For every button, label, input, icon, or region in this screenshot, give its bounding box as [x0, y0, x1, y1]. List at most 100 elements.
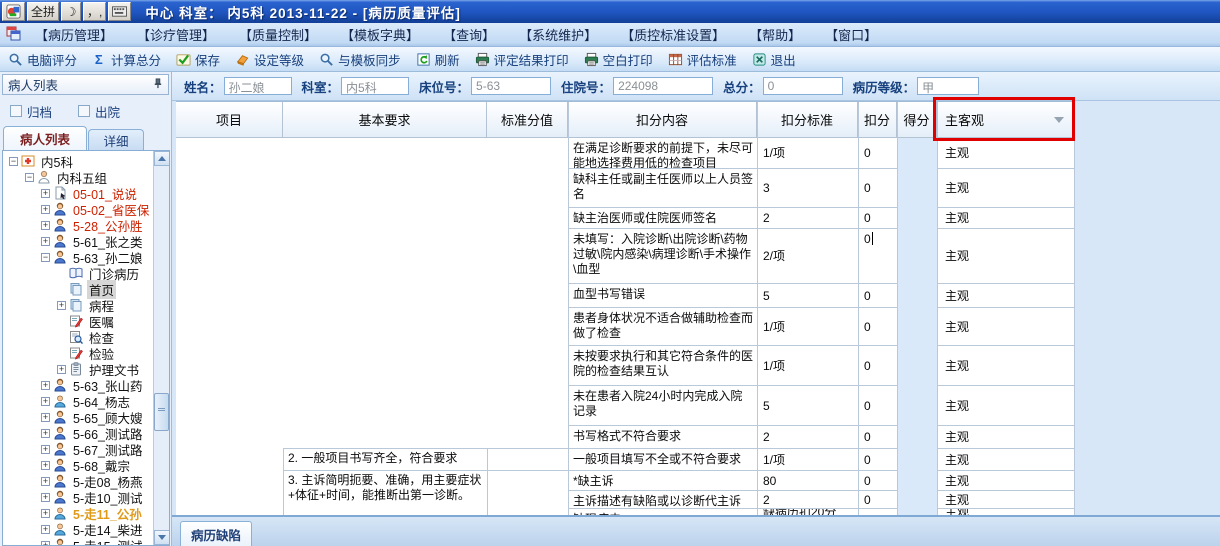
tree-item[interactable]: 医嘱 [3, 313, 154, 330]
ime-pinyin-button[interactable]: 全拼 [27, 2, 60, 21]
table-row[interactable]: 未按要求执行和其它符合条件的医院的检查结果互认 1/项 0 主观 [176, 346, 1075, 386]
deduct-value-cell[interactable]: 0 [864, 208, 895, 229]
deduct-content-cell[interactable]: 未在患者入院24小时内完成入院记录 [573, 386, 753, 426]
field-grade-input[interactable]: 甲 [917, 77, 980, 95]
deduct-standard-cell[interactable]: 2 [763, 491, 854, 509]
expand-plus-icon[interactable]: + [41, 540, 50, 545]
subjective-cell[interactable]: 主观 [945, 449, 1069, 471]
deduct-standard-cell[interactable]: 1/项 [763, 449, 854, 471]
column-header-1[interactable]: 基本要求 [283, 102, 487, 138]
refresh-button[interactable]: 刷新 [416, 50, 460, 69]
field-total-input[interactable]: 0 [762, 77, 843, 95]
menu-item-0[interactable]: 【病历管理】 [35, 25, 113, 44]
expand-plus-icon[interactable]: + [41, 428, 50, 438]
discharge-checkbox[interactable]: 出院 [78, 102, 120, 121]
deduct-value-cell[interactable]: 0 [864, 449, 895, 471]
column-header-6[interactable]: 得分 [897, 102, 937, 138]
column-header-4[interactable]: 扣分标准 [757, 102, 858, 138]
deduct-standard-cell[interactable]: 5 [763, 284, 854, 308]
subjective-cell[interactable]: 主观 [945, 471, 1069, 491]
expand-plus-icon[interactable]: + [41, 412, 50, 422]
ime-keyboard-icon[interactable] [108, 2, 132, 21]
deduct-standard-cell[interactable]: 2 [763, 208, 854, 229]
deduct-standard-cell[interactable]: 80 [763, 471, 854, 491]
expand-plus-icon[interactable]: + [41, 524, 50, 534]
expand-plus-icon[interactable]: + [41, 476, 50, 486]
table-row[interactable]: 未填写：入院诊断\出院诊断\药物过敏\院内感染\病理诊断\手术操作\血型 2/项 0… [176, 229, 1075, 284]
deduct-value-cell[interactable]: 0 [864, 491, 895, 509]
subjective-cell[interactable]: 主观 [945, 308, 1069, 346]
table-row[interactable]: 血型书写错误 5 0 主观 [176, 284, 1075, 308]
ime-logo-icon[interactable] [2, 2, 25, 21]
column-header-0[interactable]: 项目 [176, 102, 283, 138]
deduct-content-cell[interactable]: 一般项目填写不全或不符合要求 [573, 449, 753, 471]
scroll-down-button[interactable] [154, 530, 169, 545]
field-bed-input[interactable]: 5-63 [471, 77, 552, 95]
pin-icon[interactable] [152, 77, 163, 92]
deduct-value-cell[interactable]: 0 [864, 471, 895, 491]
expand-plus-icon[interactable]: + [41, 460, 50, 470]
deduct-content-cell[interactable]: 未按要求执行和其它符合条件的医院的检查结果互认 [573, 346, 753, 386]
deduct-value-cell[interactable]: 0 [864, 284, 895, 308]
deduct-content-cell[interactable]: 缺科主任或副主任医师以上人员签名 [573, 169, 753, 208]
deduct-standard-cell[interactable]: 2 [763, 426, 854, 449]
field-name-input[interactable]: 孙二娘 [223, 77, 292, 95]
deduct-value-cell[interactable]: 0 [864, 229, 895, 284]
exit-button[interactable]: 退出 [752, 50, 796, 69]
computer-score-button[interactable]: 电脑评分 [8, 50, 77, 69]
deduct-standard-cell[interactable]: 2/项 [763, 229, 854, 284]
expand-plus-icon[interactable]: + [41, 444, 50, 454]
collapse-minus-icon[interactable]: − [25, 172, 34, 182]
deduct-standard-cell[interactable]: 1/项 [763, 346, 854, 386]
deduct-content-cell[interactable]: 主诉描述有缺陷或以诊断代主诉 [573, 491, 753, 509]
column-header-2[interactable]: 标准分值 [487, 102, 568, 138]
field-dept-input[interactable]: 内5科 [341, 77, 410, 95]
menu-item-1[interactable]: 【诊疗管理】 [137, 25, 215, 44]
deduct-value-cell[interactable]: 0 [864, 308, 895, 346]
table-row[interactable]: 缺科主任或副主任医师以上人员签名 3 0 主观 [176, 169, 1075, 208]
tree-item[interactable]: + 病程 [3, 297, 154, 314]
subjective-cell[interactable]: 主观 [945, 491, 1069, 509]
checkbox-icon[interactable] [78, 105, 91, 117]
expand-plus-icon[interactable]: + [41, 396, 50, 406]
deduct-content-cell[interactable]: *缺主诉 [573, 471, 753, 491]
expand-plus-icon[interactable]: + [41, 220, 50, 230]
menu-item-8[interactable]: 【窗口】 [825, 25, 877, 44]
deduct-content-cell[interactable]: 未填写：入院诊断\出院诊断\药物过敏\院内感染\病理诊断\手术操作\血型 [573, 229, 753, 284]
subjective-cell[interactable]: 主观 [945, 138, 1069, 169]
subjective-cell[interactable]: 主观 [945, 208, 1069, 229]
set-grade-button[interactable]: 设定等级 [235, 50, 304, 69]
expand-plus-icon[interactable]: + [41, 204, 50, 214]
expand-plus-icon[interactable]: + [41, 380, 50, 390]
deduct-standard-cell[interactable]: 1/项 [763, 308, 854, 346]
expand-plus-icon[interactable]: + [57, 364, 66, 374]
menu-item-5[interactable]: 【系统维护】 [519, 25, 597, 44]
sync-template-button[interactable]: 与模板同步 [319, 50, 401, 69]
subjective-cell[interactable]: 主观 [945, 169, 1069, 208]
column-header-3[interactable]: 扣分内容 [568, 102, 757, 138]
deduct-standard-cell[interactable]: 3 [763, 169, 854, 208]
collapse-minus-icon[interactable]: − [41, 252, 50, 262]
deduct-value-cell[interactable]: 0 [864, 138, 895, 169]
table-row[interactable]: 患者身体状况不适合做辅助检查而做了检查 1/项 0 主观 [176, 308, 1075, 346]
tree-item[interactable]: 门诊病历 [3, 265, 154, 282]
menu-item-7[interactable]: 【帮助】 [749, 25, 801, 44]
tree-item[interactable]: 首页 [3, 279, 154, 299]
calc-total-button[interactable]: Σ 计算总分 [92, 50, 161, 69]
subjective-cell[interactable]: 主观 [945, 284, 1069, 308]
scrollbar-thumb[interactable] [154, 393, 169, 431]
ime-punctuation-button[interactable]: ，, [83, 2, 107, 21]
tab-record-defects[interactable]: 病历缺陷 [180, 521, 253, 546]
tree-scrollbar[interactable] [153, 151, 169, 545]
menu-item-4[interactable]: 【查询】 [443, 25, 495, 44]
tree-item[interactable]: 检查 [3, 329, 154, 346]
checkbox-icon[interactable] [10, 105, 22, 117]
save-button[interactable]: 保存 [176, 50, 220, 69]
print-blank-button[interactable]: 空白打印 [584, 50, 653, 69]
subjective-cell[interactable]: 主观 [945, 426, 1069, 449]
column-header-5[interactable]: 扣分 [858, 102, 897, 138]
menu-item-3[interactable]: 【模板字典】 [341, 25, 419, 44]
subjective-cell[interactable]: 主观 [945, 346, 1069, 386]
deduct-content-cell[interactable]: 在满足诊断要求的前提下，未尽可能地选择费用低的检查项目 [573, 138, 753, 169]
deduct-value-cell[interactable]: 0 [864, 386, 895, 426]
